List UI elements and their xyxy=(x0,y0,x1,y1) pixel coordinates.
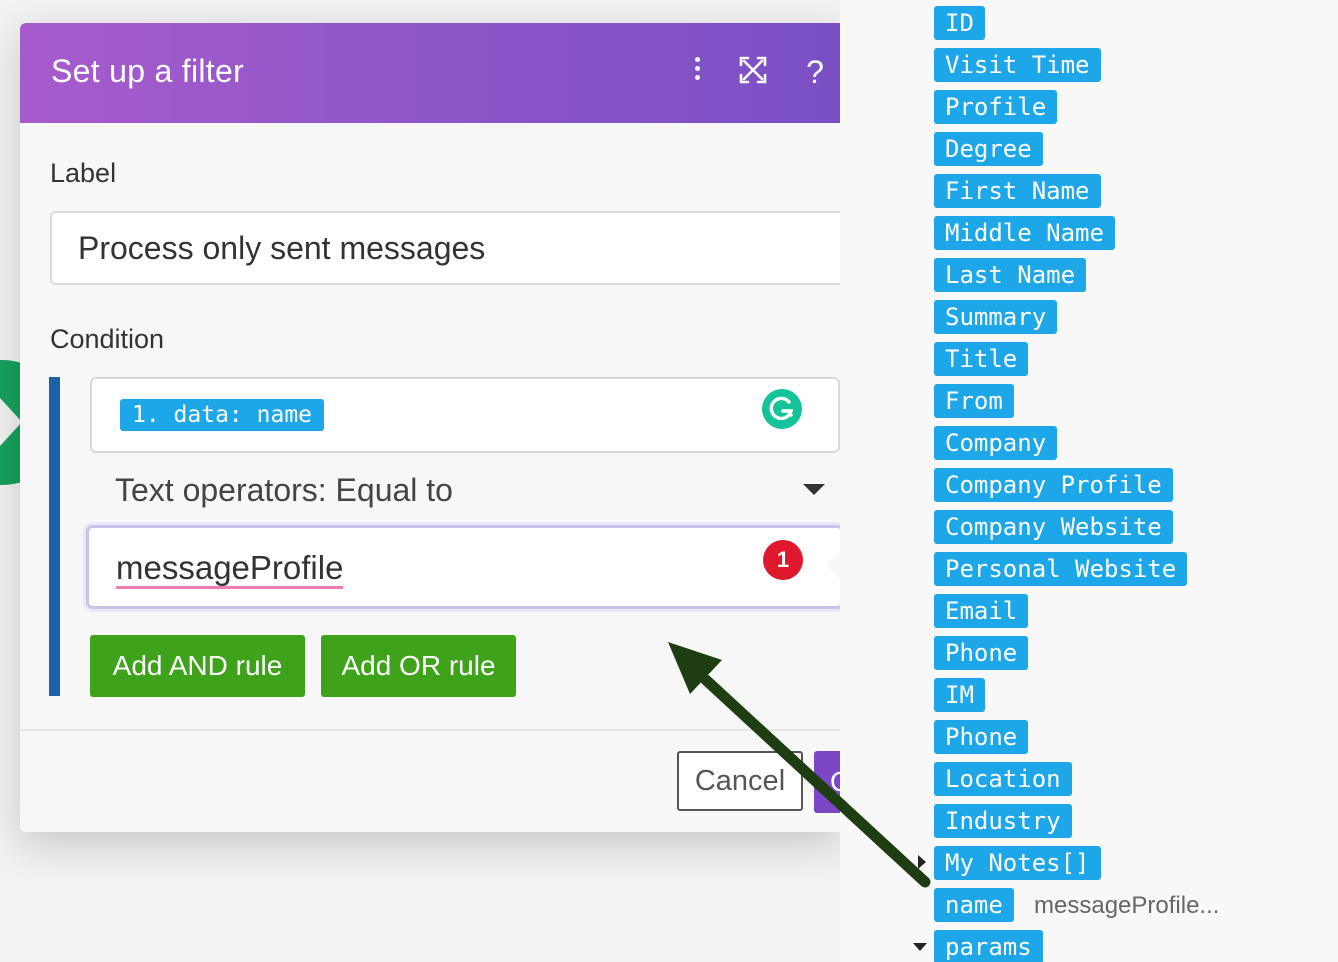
tree-item-company-website[interactable]: Company Website xyxy=(934,510,1173,544)
tree-item-my-notes[interactable]: My Notes[] xyxy=(934,846,1101,880)
tree-item-degree[interactable]: Degree xyxy=(934,132,1043,166)
tree-item-phone[interactable]: Phone xyxy=(934,636,1029,670)
tree-item-last-name[interactable]: Last Name xyxy=(934,258,1087,292)
tree-item-im[interactable]: IM xyxy=(934,678,985,712)
mapping-data-panel: ID Visit Time Profile Degree First Name Middl… xyxy=(840,0,1338,962)
ok-button[interactable]: OK xyxy=(814,751,840,813)
operand-mapped-tag[interactable]: 1. data: name xyxy=(120,399,325,431)
chevron-down-icon xyxy=(803,484,825,495)
tree-item-name[interactable]: name xyxy=(934,888,1014,922)
module-node-connector xyxy=(0,398,22,446)
tree-item-profile[interactable]: Profile xyxy=(934,90,1058,124)
condition-value-field[interactable]: messageProfile 1 xyxy=(86,525,840,609)
tree-item-params[interactable]: params xyxy=(934,930,1043,962)
grammarly-icon[interactable] xyxy=(762,389,802,429)
dialog-title: Set up a filter xyxy=(51,53,245,89)
tree-item-from[interactable]: From xyxy=(934,384,1014,418)
condition-title: Condition xyxy=(50,324,165,354)
condition-value-text: messageProfile xyxy=(116,550,344,589)
condition-group-bar xyxy=(49,377,60,696)
tree-item-summary[interactable]: Summary xyxy=(934,300,1058,334)
filter-dialog: Set up a filter ? Label Condition 1. dat… xyxy=(20,23,840,832)
expand-icon[interactable] xyxy=(736,55,770,95)
tree-item-email[interactable]: Email xyxy=(934,594,1029,628)
collapse-arrow-icon[interactable] xyxy=(913,943,927,951)
tree-item-first-name[interactable]: First Name xyxy=(934,174,1101,208)
tree-item-personal-website[interactable]: Personal Website xyxy=(934,552,1188,586)
tree-item-phone[interactable]: Phone xyxy=(934,720,1029,754)
operator-label: Text operators: Equal to xyxy=(115,472,453,508)
footer-divider xyxy=(20,729,840,731)
add-and-rule-button[interactable]: Add AND rule xyxy=(90,635,305,697)
add-or-rule-button[interactable]: Add OR rule xyxy=(321,635,516,697)
tree-item-industry[interactable]: Industry xyxy=(934,804,1072,838)
label-title: Label xyxy=(50,158,117,188)
more-vertical-icon[interactable] xyxy=(684,53,710,84)
cancel-button[interactable]: Cancel xyxy=(677,751,803,811)
tree-item-visit-time[interactable]: Visit Time xyxy=(934,48,1101,82)
tree-item-middle-name[interactable]: Middle Name xyxy=(934,216,1115,250)
operator-select[interactable]: Text operators: Equal to xyxy=(115,468,825,512)
label-input[interactable] xyxy=(50,211,840,285)
spelling-error-badge[interactable]: 1 xyxy=(763,540,803,580)
tree-item-location[interactable]: Location xyxy=(934,762,1072,796)
condition-operand-field[interactable]: 1. data: name xyxy=(90,377,840,453)
tree-item-title[interactable]: Title xyxy=(934,342,1029,376)
dialog-header: Set up a filter ? xyxy=(20,23,840,123)
name-item-value: messageProfile... xyxy=(1034,892,1220,919)
expand-arrow-icon[interactable] xyxy=(918,855,926,869)
panel-pointer xyxy=(826,551,840,579)
help-icon[interactable]: ? xyxy=(800,53,830,91)
tree-item-company[interactable]: Company xyxy=(934,426,1058,460)
tree-item-company-profile[interactable]: Company Profile xyxy=(934,468,1173,502)
tree-item-id[interactable]: ID xyxy=(934,6,985,40)
